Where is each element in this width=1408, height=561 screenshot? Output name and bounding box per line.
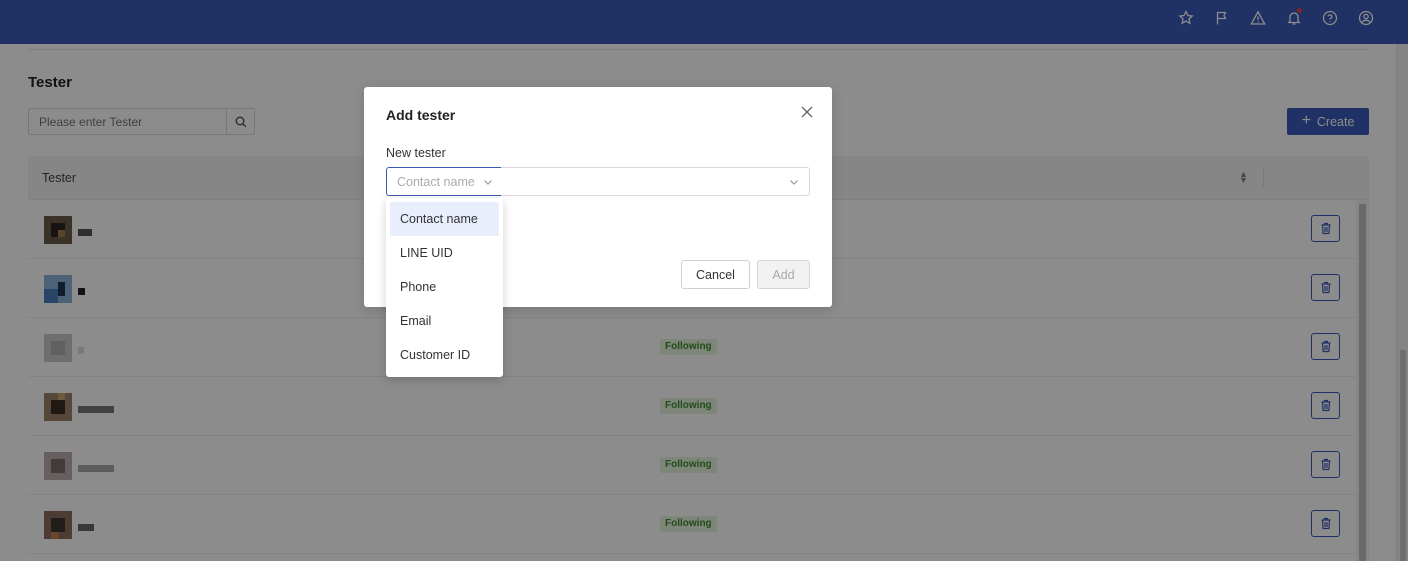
chevron-down-icon (790, 180, 798, 185)
chevron-down-icon (484, 180, 492, 185)
option-email[interactable]: Email (390, 304, 499, 338)
tester-value-select[interactable] (501, 167, 810, 196)
add-button[interactable]: Add (757, 260, 810, 289)
option-customer-id[interactable]: Customer ID (390, 338, 499, 372)
identifier-type-select[interactable]: Contact name (386, 167, 502, 196)
option-contact-name[interactable]: Contact name (390, 202, 499, 236)
modal-title: Add tester (386, 107, 456, 123)
close-icon[interactable] (799, 104, 815, 120)
cancel-button[interactable]: Cancel (681, 260, 750, 289)
option-phone[interactable]: Phone (390, 270, 499, 304)
new-tester-label: New tester (386, 146, 446, 160)
option-line-uid[interactable]: LINE UID (390, 236, 499, 270)
identifier-type-dropdown: Contact name LINE UID Phone Email Custom… (386, 198, 503, 377)
identifier-type-placeholder: Contact name (397, 175, 475, 189)
